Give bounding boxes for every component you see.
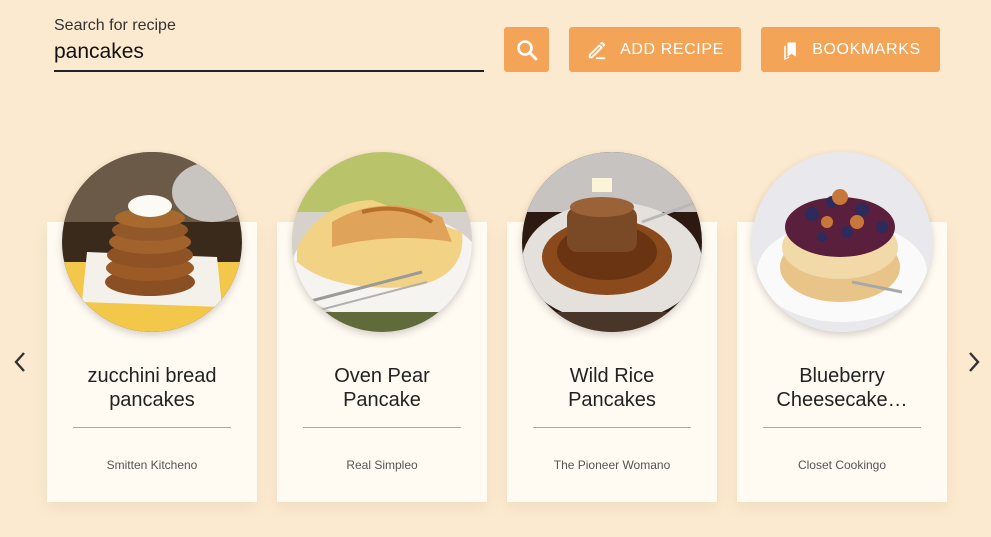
recipe-title-line: pancakes <box>109 389 195 411</box>
card-divider <box>303 427 461 428</box>
recipe-source: Smitten Kitcheno <box>106 458 198 472</box>
search-button[interactable] <box>504 27 549 72</box>
add-recipe-label: ADD RECIPE <box>620 40 724 58</box>
bookmarks-label: BOOKMARKS <box>812 40 921 58</box>
recipe-source: Real Simpleo <box>346 458 418 472</box>
chevron-left-icon <box>14 352 25 372</box>
recipe-title: zucchini bread pancakes <box>47 364 257 412</box>
search-field[interactable]: Search for recipe <box>54 16 484 72</box>
carousel-prev-button[interactable] <box>8 349 32 375</box>
bookmarks-button[interactable]: BOOKMARKS <box>761 27 940 72</box>
search-input[interactable] <box>54 38 474 66</box>
recipe-title-line: Cheesecake… <box>776 389 908 411</box>
recipe-title: Wild Rice Pancakes <box>507 364 717 412</box>
recipe-source: Closet Cookingo <box>797 458 887 472</box>
add-recipe-button[interactable]: ADD RECIPE <box>569 27 741 72</box>
card-divider <box>533 427 691 428</box>
card-divider <box>763 427 921 428</box>
chevron-right-icon <box>969 352 980 372</box>
recipe-title: Blueberry Cheesecake… <box>737 364 947 412</box>
card-divider <box>73 427 231 428</box>
recipe-title-line: Wild Rice <box>569 365 655 387</box>
recipe-title: Oven Pear Pancake <box>277 364 487 412</box>
recipe-image[interactable] <box>522 152 702 332</box>
carousel-next-button[interactable] <box>962 349 986 375</box>
bookmarks-icon <box>784 42 797 60</box>
recipe-image[interactable] <box>752 152 932 332</box>
pencil-icon <box>588 41 606 59</box>
recipe-image[interactable] <box>292 152 472 332</box>
recipe-title-line: Pancakes <box>568 389 656 411</box>
recipe-source: The Pioneer Womano <box>553 458 671 472</box>
recipe-title-line: Pancake <box>343 389 421 411</box>
recipe-title-line: zucchini bread <box>87 365 217 387</box>
search-icon <box>516 39 537 60</box>
search-label: Search for recipe <box>54 17 176 34</box>
recipe-image[interactable] <box>62 152 242 332</box>
recipe-title-line: Oven Pear <box>334 365 430 387</box>
recipe-title-line: Blueberry <box>799 365 885 387</box>
